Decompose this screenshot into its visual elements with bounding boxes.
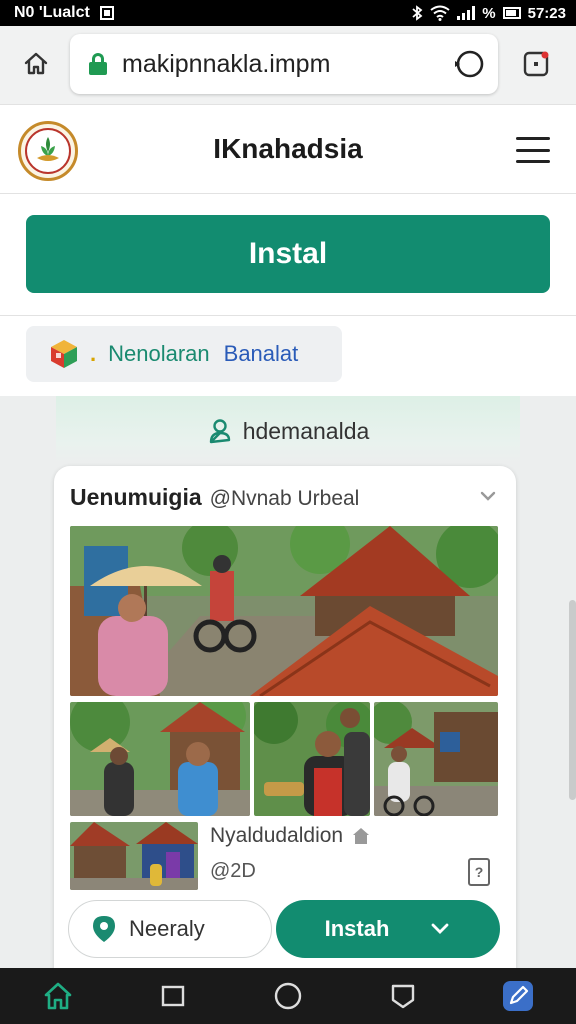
- nearby-button[interactable]: Neeraly: [68, 900, 272, 958]
- house-icon: [353, 828, 370, 844]
- notification-icon: [99, 6, 114, 20]
- status-left: N0 'Lualct: [14, 4, 114, 22]
- chevron-down-icon: [431, 923, 449, 934]
- card-title: Uenumuigia: [70, 484, 202, 510]
- thumbnail-photo-4[interactable]: [70, 822, 198, 890]
- status-right: % 57:23: [411, 5, 566, 22]
- battery-icon: [502, 7, 521, 19]
- promo-label-blue: Banalat: [223, 341, 299, 366]
- nav-edit-button[interactable]: [496, 974, 540, 1018]
- address-bar[interactable]: makipnnakla.impm: [70, 34, 498, 94]
- nearby-label: Neeraly: [129, 916, 205, 941]
- thumbnail-photo-1[interactable]: [70, 702, 250, 816]
- nav-back-button[interactable]: [381, 974, 425, 1018]
- reload-icon[interactable]: [452, 47, 486, 81]
- promo-dot: .: [90, 341, 97, 366]
- thumbnail-photo-3[interactable]: [374, 702, 498, 816]
- status-left-text: N0 'Lualct: [14, 4, 90, 21]
- scrollbar[interactable]: [569, 600, 576, 800]
- signal-icon: [457, 6, 476, 20]
- bottom-navigation: [0, 968, 576, 1024]
- caption-count: @2D: [210, 860, 256, 882]
- card-header: Uenumuigia @Nvnab Urbeal: [70, 484, 510, 512]
- card-install-label: Instah: [324, 916, 390, 941]
- site-header: IKnahadsia: [0, 104, 576, 194]
- location-row[interactable]: hdemanalda: [0, 414, 576, 448]
- wifi-icon: [430, 5, 450, 21]
- card-handle[interactable]: @Nvnab Urbeal: [210, 487, 360, 511]
- app-cube-icon: [51, 340, 77, 368]
- person-pin-icon: [209, 419, 230, 444]
- site-logo[interactable]: [18, 121, 78, 181]
- shield-back-icon: [391, 984, 415, 1009]
- status-bar: N0 'Lualct % 57:23: [0, 0, 576, 26]
- thumbnail-photo-2[interactable]: [254, 702, 370, 816]
- home-icon: [44, 982, 71, 1010]
- edit-icon: [503, 981, 534, 1011]
- listing-card[interactable]: Uenumuigia @Nvnab Urbeal Nyaldudaldion @…: [54, 466, 516, 968]
- nav-home-circle-button[interactable]: [266, 974, 310, 1018]
- info-icon[interactable]: ?: [468, 858, 490, 886]
- menu-button[interactable]: [516, 137, 550, 163]
- nav-recents-button[interactable]: [151, 974, 195, 1018]
- promo-section: . Nenolaran Banalat: [0, 316, 576, 396]
- lock-icon: [88, 53, 108, 75]
- status-time: 57:23: [527, 4, 566, 22]
- home-icon: [24, 52, 48, 75]
- location-label: hdemanalda: [242, 417, 370, 444]
- card-install-button[interactable]: Instah: [276, 900, 500, 958]
- chevron-down-icon[interactable]: [478, 486, 498, 506]
- install-button[interactable]: Instal: [26, 215, 550, 293]
- tabs-icon: [523, 51, 549, 77]
- browser-toolbar: makipnnakla.impm: [0, 26, 576, 104]
- promo-chip[interactable]: . Nenolaran Banalat: [26, 326, 342, 382]
- install-section: Instal: [0, 194, 576, 316]
- square-icon: [161, 985, 184, 1007]
- map-pin-icon: [93, 916, 115, 942]
- home-button[interactable]: [18, 46, 54, 82]
- content-area: hdemanalda Uenumuigia @Nvnab Urbeal Nyal…: [0, 396, 576, 968]
- site-title: IKnahadsia: [213, 133, 363, 164]
- url-text[interactable]: makipnnakla.impm: [122, 50, 452, 79]
- caption-name: Nyaldudaldion: [210, 824, 344, 847]
- caption-row: Nyaldudaldion: [210, 824, 440, 848]
- circle-icon: [274, 982, 302, 1010]
- main-photo[interactable]: [70, 526, 498, 696]
- bluetooth-icon: [412, 5, 423, 21]
- promo-label-green: Nenolaran: [108, 341, 210, 366]
- battery-percent: %: [482, 4, 496, 22]
- logo-emblem-icon: [37, 137, 59, 161]
- nav-home-button[interactable]: [36, 974, 80, 1018]
- tabs-button[interactable]: [518, 46, 554, 82]
